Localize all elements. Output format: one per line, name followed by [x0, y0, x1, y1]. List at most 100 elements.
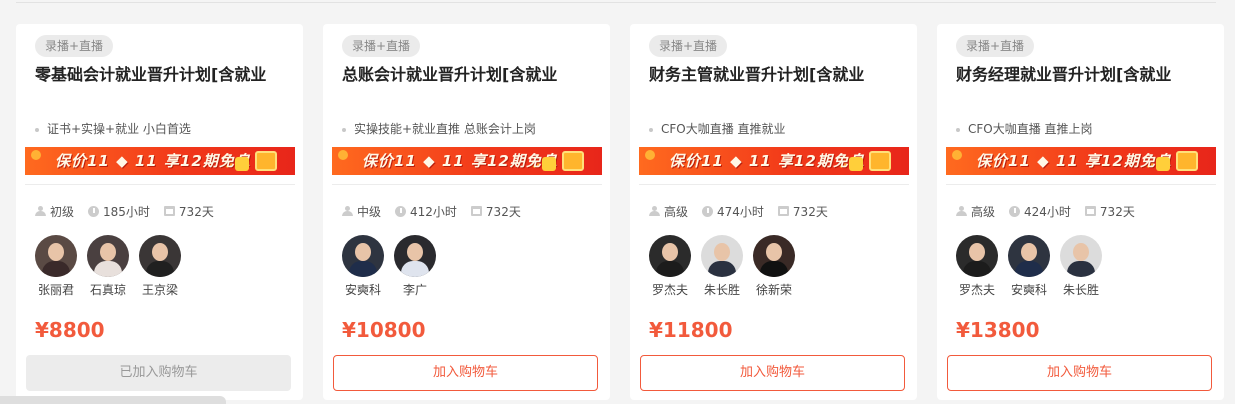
teacher-name: 石真琼	[89, 283, 126, 297]
teacher[interactable]: 徐新荣	[748, 235, 800, 298]
course-title[interactable]: 零基础会计就业晋升计划[含就业	[35, 64, 295, 86]
teacher-avatar	[753, 235, 795, 277]
course-type-tag: 录播+直播	[956, 35, 1035, 57]
course-card[interactable]: 录播+直播 零基础会计就业晋升计划[含就业 证书+实操+就业 小白首选 保价11…	[16, 24, 303, 400]
teacher-avatar	[342, 235, 384, 277]
teacher[interactable]: 朱长胜	[1055, 235, 1107, 298]
teacher-name: 徐新荣	[755, 283, 792, 297]
teacher-name: 安奭科	[344, 283, 381, 297]
teacher[interactable]: 张丽君	[30, 235, 82, 298]
level-icon	[35, 206, 46, 216]
course-card[interactable]: 录播+直播 财务经理就业晋升计划[含就业 CFO大咖直播 直推上岗 保价11 ◆…	[937, 24, 1224, 400]
sparkle-icon	[31, 150, 41, 160]
course-subtitle-text: CFO大咖直播 直推上岗	[968, 122, 1093, 136]
course-type-tag: 录播+直播	[35, 35, 114, 57]
teacher-avatar	[649, 235, 691, 277]
course-price: ¥13800	[956, 318, 1040, 342]
gift-icon	[542, 157, 556, 171]
course-days: 732天	[1099, 204, 1135, 219]
gift-icon	[849, 157, 863, 171]
gift-icon	[1156, 157, 1170, 171]
add-to-cart-button[interactable]: 加入购物车	[640, 355, 905, 391]
card-divider	[639, 184, 909, 185]
teacher-name: 李广	[402, 283, 427, 297]
course-subtitle-text: 证书+实操+就业 小白首选	[47, 122, 191, 136]
add-to-cart-button[interactable]: 加入购物车	[333, 355, 598, 391]
course-level: 高级	[664, 204, 689, 219]
teacher[interactable]: 李广	[389, 235, 441, 298]
bullet-dot	[956, 127, 960, 132]
teacher[interactable]: 罗杰夫	[644, 235, 696, 298]
course-subtitle: CFO大咖直播 直推上岗	[956, 121, 1093, 137]
top-divider	[16, 2, 1216, 3]
teacher[interactable]: 安奭科	[1003, 235, 1055, 298]
sparkle-icon	[338, 150, 348, 160]
course-hours: 424小时	[1024, 204, 1071, 219]
course-meta: 中级 412小时 732天	[342, 202, 535, 220]
course-card[interactable]: 录播+直播 财务主管就业晋升计划[含就业 CFO大咖直播 直推就业 保价11 ◆…	[630, 24, 917, 400]
course-subtitle: CFO大咖直播 直推就业	[649, 121, 786, 137]
course-hours: 412小时	[410, 204, 457, 219]
teacher-avatar	[701, 235, 743, 277]
course-days: 732天	[792, 204, 828, 219]
teacher-name: 罗杰夫	[958, 283, 995, 297]
teacher-name: 罗杰夫	[651, 283, 688, 297]
clock-icon	[395, 205, 407, 217]
promo-banner[interactable]: 保价11 ◆ 11 享12期免息	[946, 147, 1216, 175]
teacher-avatar	[956, 235, 998, 277]
course-hours: 185小时	[103, 204, 150, 219]
teacher[interactable]: 王京梁	[134, 235, 186, 298]
teacher-name: 朱长胜	[1062, 283, 1099, 297]
course-meta: 初级 185小时 732天	[35, 202, 228, 220]
course-meta: 高级 474小时 732天	[649, 202, 842, 220]
promo-banner-text: 保价11 ◆ 11 享12期免息	[976, 152, 1172, 170]
calendar-icon	[470, 206, 482, 216]
course-subtitle: 证书+实操+就业 小白首选	[35, 121, 191, 137]
add-to-cart-button[interactable]: 加入购物车	[947, 355, 1212, 391]
course-title[interactable]: 财务主管就业晋升计划[含就业	[649, 64, 909, 86]
sparkle-icon	[952, 150, 962, 160]
course-card[interactable]: 录播+直播 总账会计就业晋升计划[含就业 实操技能+就业直推 总账会计上岗 保价…	[323, 24, 610, 400]
course-subtitle: 实操技能+就业直推 总账会计上岗	[342, 121, 536, 137]
calendar-icon	[777, 206, 789, 216]
course-hours: 474小时	[717, 204, 764, 219]
promo-banner[interactable]: 保价11 ◆ 11 享12期免息	[25, 147, 295, 175]
teacher-avatar	[1060, 235, 1102, 277]
course-days: 732天	[485, 204, 521, 219]
course-price: ¥11800	[649, 318, 733, 342]
card-divider	[25, 184, 295, 185]
sparkle-icon	[645, 150, 655, 160]
teacher[interactable]: 朱长胜	[696, 235, 748, 298]
course-price: ¥10800	[342, 318, 426, 342]
course-level: 高级	[971, 204, 996, 219]
gift-box-icon	[562, 151, 584, 171]
teacher-avatar	[1008, 235, 1050, 277]
teacher[interactable]: 安奭科	[337, 235, 389, 298]
gift-box-icon	[255, 151, 277, 171]
course-title[interactable]: 财务经理就业晋升计划[含就业	[956, 64, 1216, 86]
card-divider	[946, 184, 1216, 185]
bullet-dot	[35, 127, 39, 132]
teacher[interactable]: 石真琼	[82, 235, 134, 298]
course-type-tag: 录播+直播	[342, 35, 421, 57]
level-icon	[342, 206, 353, 216]
teacher-name: 安奭科	[1010, 283, 1047, 297]
course-level: 初级	[50, 204, 75, 219]
promo-banner-text: 保价11 ◆ 11 享12期免息	[55, 152, 251, 170]
course-subtitle-text: 实操技能+就业直推 总账会计上岗	[354, 122, 536, 136]
course-level: 中级	[357, 204, 382, 219]
course-days: 732天	[178, 204, 214, 219]
teacher[interactable]: 罗杰夫	[951, 235, 1003, 298]
promo-banner[interactable]: 保价11 ◆ 11 享12期免息	[332, 147, 602, 175]
promo-banner-text: 保价11 ◆ 11 享12期免息	[669, 152, 865, 170]
teacher-avatar	[35, 235, 77, 277]
gift-box-icon	[869, 151, 891, 171]
clock-icon	[88, 205, 100, 217]
card-divider	[332, 184, 602, 185]
course-title[interactable]: 总账会计就业晋升计划[含就业	[342, 64, 602, 86]
gift-icon	[235, 157, 249, 171]
course-price: ¥8800	[35, 318, 105, 342]
teacher-name: 朱长胜	[703, 283, 740, 297]
promo-banner[interactable]: 保价11 ◆ 11 享12期免息	[639, 147, 909, 175]
added-to-cart-button[interactable]: 已加入购物车	[26, 355, 291, 391]
